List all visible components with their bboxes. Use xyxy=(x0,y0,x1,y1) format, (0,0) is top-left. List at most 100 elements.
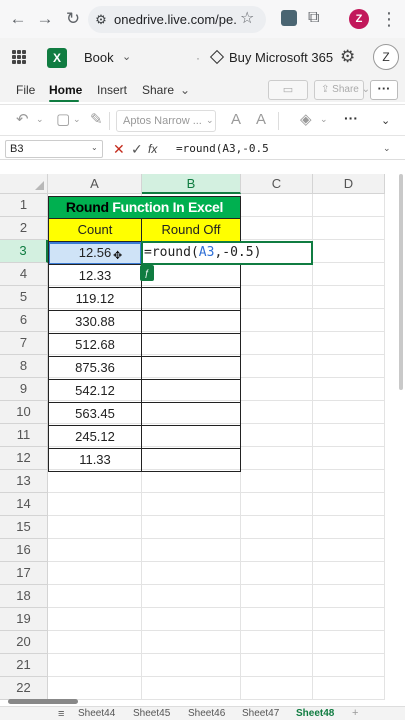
font-name-select[interactable]: Aptos Narrow ... xyxy=(116,110,216,132)
more-options-button[interactable]: ··· xyxy=(370,80,398,100)
cell-b22[interactable] xyxy=(142,677,241,700)
result-cell-b8[interactable] xyxy=(142,357,241,380)
result-cell-b5[interactable] xyxy=(142,288,241,311)
site-info-icon[interactable]: ⚙ xyxy=(88,12,114,28)
row-header-3[interactable]: 3 xyxy=(0,240,48,263)
cell-d9[interactable] xyxy=(313,378,385,401)
cell-d4[interactable] xyxy=(313,263,385,286)
cell-a19[interactable] xyxy=(48,608,142,631)
result-cell-b6[interactable] xyxy=(142,311,241,334)
chevron-down-icon[interactable]: ⌄ xyxy=(381,114,390,127)
cell-b18[interactable] xyxy=(142,585,241,608)
cell-c6[interactable] xyxy=(241,309,313,332)
column-header-a[interactable]: A xyxy=(48,174,142,194)
row-header-5[interactable]: 5 xyxy=(0,286,48,309)
cell-c17[interactable] xyxy=(241,562,313,585)
cell-d13[interactable] xyxy=(313,470,385,493)
header-cell-round-off[interactable]: Round Off xyxy=(142,219,241,242)
browser-profile-avatar[interactable]: Z xyxy=(349,9,369,29)
forward-arrow-icon[interactable]: → xyxy=(35,9,55,29)
cell-c20[interactable] xyxy=(241,631,313,654)
cell-d17[interactable] xyxy=(313,562,385,585)
cell-c22[interactable] xyxy=(241,677,313,700)
sheet-tab-sheet48[interactable]: Sheet48 xyxy=(296,708,334,720)
row-header-6[interactable]: 6 xyxy=(0,309,48,332)
cell-b20[interactable] xyxy=(142,631,241,654)
chevron-down-icon[interactable]: ⌄ xyxy=(383,143,391,154)
formula-input[interactable]: =round(A3,-0.5 xyxy=(176,141,269,157)
chevron-down-icon[interactable]: ⌄ xyxy=(320,114,328,125)
value-cell-a11[interactable]: 245.12 xyxy=(48,426,142,449)
vertical-scrollbar[interactable] xyxy=(398,160,404,390)
value-cell-a3[interactable]: 12.56 xyxy=(48,242,142,265)
cell-c4[interactable] xyxy=(241,263,313,286)
row-header-14[interactable]: 14 xyxy=(0,493,48,516)
row-header-22[interactable]: 22 xyxy=(0,677,48,700)
sheet-tab-sheet45[interactable]: Sheet45 xyxy=(133,708,170,720)
horizontal-scrollbar-thumb[interactable] xyxy=(8,699,78,704)
cell-d20[interactable] xyxy=(313,631,385,654)
row-header-9[interactable]: 9 xyxy=(0,378,48,401)
cell-c18[interactable] xyxy=(241,585,313,608)
cell-a15[interactable] xyxy=(48,516,142,539)
font-size-increase-icon[interactable]: A xyxy=(231,111,241,129)
chevron-down-icon[interactable]: ⌄ xyxy=(36,114,44,125)
cell-d21[interactable] xyxy=(313,654,385,677)
result-cell-b7[interactable] xyxy=(142,334,241,357)
sheet-tab-sheet47[interactable]: Sheet47 xyxy=(242,708,279,720)
row-header-2[interactable]: 2 xyxy=(0,217,48,240)
cell-a14[interactable] xyxy=(48,493,142,516)
vertical-scrollbar-thumb[interactable] xyxy=(399,174,403,390)
cell-d11[interactable] xyxy=(313,424,385,447)
value-cell-a10[interactable]: 563.45 xyxy=(48,403,142,426)
cell-c15[interactable] xyxy=(241,516,313,539)
checkmark-icon[interactable]: ✓ xyxy=(131,140,143,158)
row-header-21[interactable]: 21 xyxy=(0,654,48,677)
cell-c13[interactable] xyxy=(241,470,313,493)
column-header-c[interactable]: C xyxy=(241,174,313,194)
font-size-decrease-icon[interactable]: A xyxy=(256,111,266,129)
menu-icon[interactable]: ⋮ xyxy=(380,8,398,30)
insert-function-icon[interactable]: fx xyxy=(148,141,157,157)
cell-c1[interactable] xyxy=(241,194,313,217)
gear-icon[interactable]: ⚙ xyxy=(340,47,355,67)
cell-d12[interactable] xyxy=(313,447,385,470)
star-icon[interactable]: ☆ xyxy=(240,9,254,29)
cell-d2[interactable] xyxy=(313,217,385,240)
cell-d1[interactable] xyxy=(313,194,385,217)
spreadsheet-grid[interactable]: A B C D 1 2 3 4 5 6 7 8 9 10 11 12 13 14 15 16 17 18 19 20 21 22 R… xyxy=(0,160,405,700)
cell-c12[interactable] xyxy=(241,447,313,470)
cell-a16[interactable] xyxy=(48,539,142,562)
cell-c14[interactable] xyxy=(241,493,313,516)
cell-b19[interactable] xyxy=(142,608,241,631)
result-cell-b12[interactable] xyxy=(142,449,241,472)
puzzle-icon[interactable]: ⧉ xyxy=(308,9,326,27)
chevron-down-icon[interactable]: ⌄ xyxy=(73,114,81,125)
value-cell-a7[interactable]: 512.68 xyxy=(48,334,142,357)
app-launcher-icon[interactable] xyxy=(12,50,26,64)
comment-button[interactable]: ▭ xyxy=(268,80,308,100)
cell-a21[interactable] xyxy=(48,654,142,677)
account-avatar[interactable]: Z xyxy=(373,44,399,70)
cell-d19[interactable] xyxy=(313,608,385,631)
chevron-down-icon[interactable]: ⌄ xyxy=(180,83,190,97)
cell-d7[interactable] xyxy=(313,332,385,355)
cell-d6[interactable] xyxy=(313,309,385,332)
value-cell-a5[interactable]: 119.12 xyxy=(48,288,142,311)
cell-a22[interactable] xyxy=(48,677,142,700)
result-cell-b10[interactable] xyxy=(142,403,241,426)
chevron-down-icon[interactable]: ⌄ xyxy=(206,115,214,126)
cell-c8[interactable] xyxy=(241,355,313,378)
chevron-down-icon[interactable]: ⌄ xyxy=(91,143,98,152)
row-header-1[interactable]: 1 xyxy=(0,194,48,217)
result-cell-b9[interactable] xyxy=(142,380,241,403)
row-header-10[interactable]: 10 xyxy=(0,401,48,424)
value-cell-a6[interactable]: 330.88 xyxy=(48,311,142,334)
cell-b17[interactable] xyxy=(142,562,241,585)
cell-d3[interactable] xyxy=(313,240,385,263)
value-cell-a9[interactable]: 542.12 xyxy=(48,380,142,403)
cell-c16[interactable] xyxy=(241,539,313,562)
cancel-icon[interactable]: ✕ xyxy=(113,140,125,158)
cell-c10[interactable] xyxy=(241,401,313,424)
fill-color-icon[interactable]: ◈ xyxy=(300,111,312,129)
